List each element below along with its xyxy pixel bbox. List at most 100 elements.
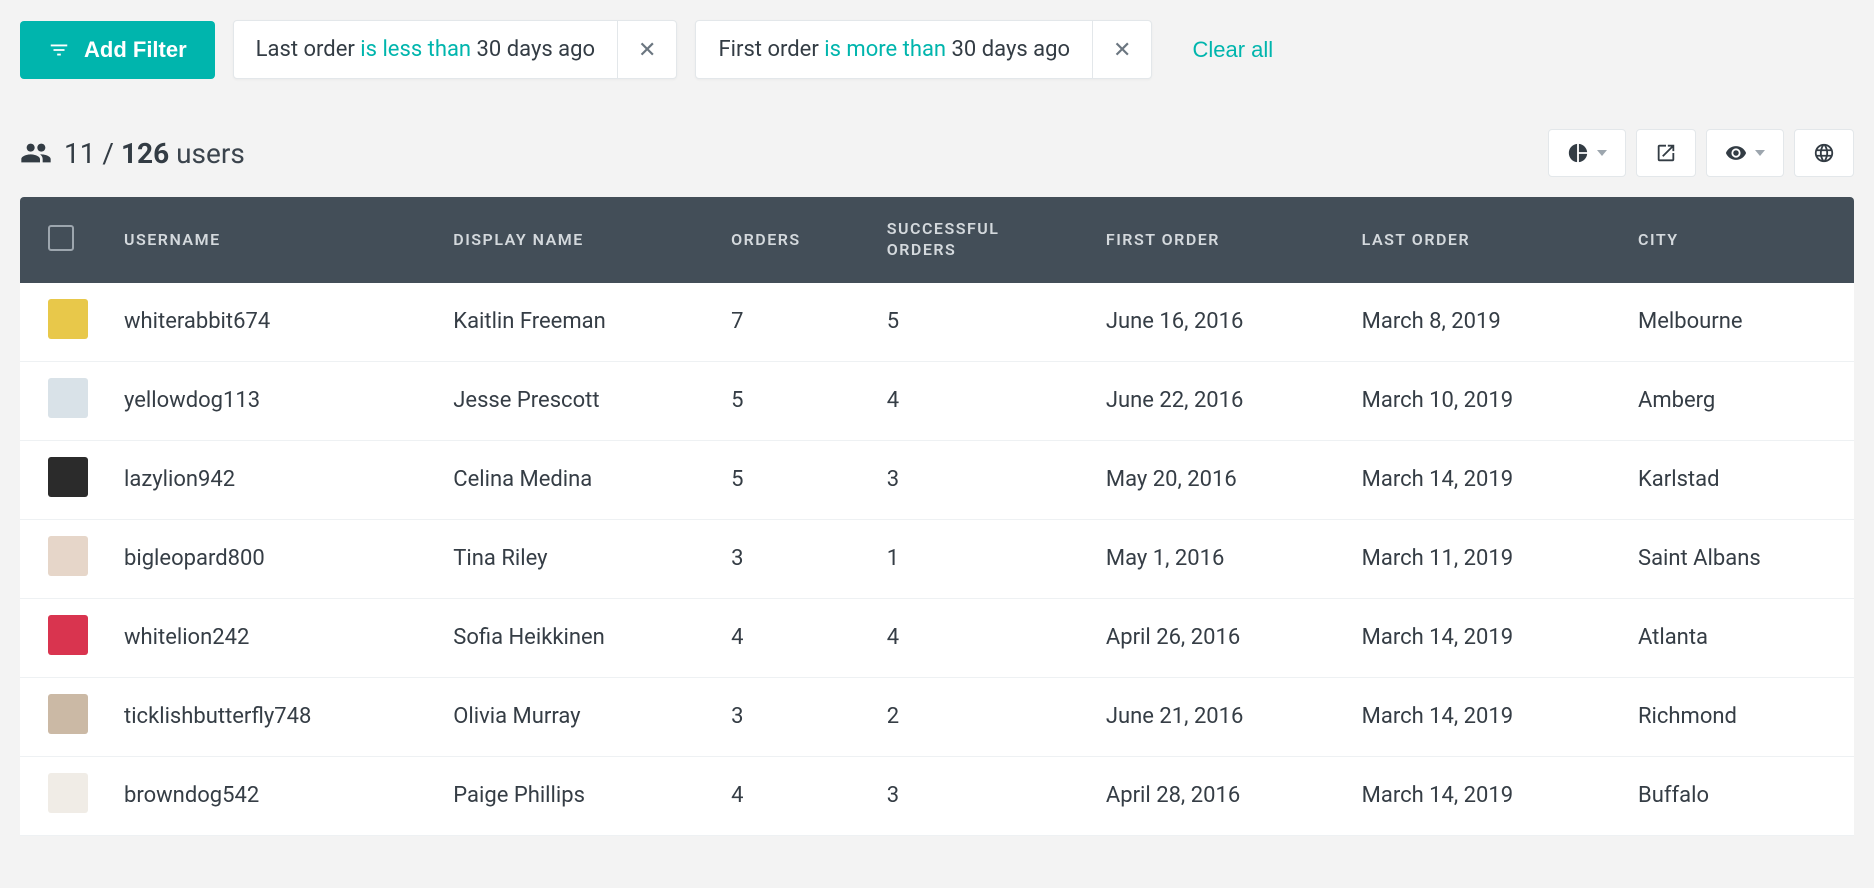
- chart-view-button[interactable]: [1548, 129, 1626, 177]
- users-total-count: 126: [121, 137, 169, 170]
- cell-city: Atlanta: [1620, 598, 1854, 677]
- cell-display-name: Jesse Prescott: [435, 361, 713, 440]
- cell-last-order: March 14, 2019: [1344, 756, 1620, 835]
- column-header-first-order[interactable]: FIRST ORDER: [1088, 197, 1344, 283]
- avatar: [48, 773, 88, 813]
- add-filter-button[interactable]: Add Filter: [20, 21, 215, 79]
- cell-first-order: June 22, 2016: [1088, 361, 1344, 440]
- filter-chip-text: Last order is less than 30 days ago: [234, 21, 618, 78]
- cell-orders: 3: [713, 677, 869, 756]
- avatar: [48, 615, 88, 655]
- user-count: 11 / 126 users: [20, 137, 245, 170]
- cell-last-order: March 14, 2019: [1344, 677, 1620, 756]
- cell-last-order: March 14, 2019: [1344, 440, 1620, 519]
- cell-successful-orders: 3: [869, 756, 1088, 835]
- cell-last-order: March 14, 2019: [1344, 598, 1620, 677]
- select-all-checkbox[interactable]: [48, 225, 74, 251]
- cell-successful-orders: 4: [869, 598, 1088, 677]
- cell-orders: 3: [713, 519, 869, 598]
- cell-city: Karlstad: [1620, 440, 1854, 519]
- cell-display-name: Celina Medina: [435, 440, 713, 519]
- avatar: [48, 536, 88, 576]
- table-row[interactable]: ticklishbutterfly748Olivia Murray32June …: [20, 677, 1854, 756]
- cell-last-order: March 11, 2019: [1344, 519, 1620, 598]
- filter-icon: [48, 39, 70, 61]
- cell-city: Melbourne: [1620, 283, 1854, 362]
- visibility-button[interactable]: [1706, 129, 1784, 177]
- add-filter-label: Add Filter: [84, 37, 187, 63]
- table-row[interactable]: whitelion242Sofia Heikkinen44April 26, 2…: [20, 598, 1854, 677]
- table-row[interactable]: whiterabbit674Kaitlin Freeman75June 16, …: [20, 283, 1854, 362]
- avatar: [48, 378, 88, 418]
- filter-chip-text: First order is more than 30 days ago: [696, 21, 1093, 78]
- cell-display-name: Olivia Murray: [435, 677, 713, 756]
- column-header-display-name[interactable]: DISPLAY NAME: [435, 197, 713, 283]
- count-row: 11 / 126 users: [20, 129, 1854, 177]
- cell-first-order: May 1, 2016: [1088, 519, 1344, 598]
- cell-username: ticklishbutterfly748: [106, 677, 435, 756]
- column-header-orders[interactable]: ORDERS: [713, 197, 869, 283]
- cell-display-name: Kaitlin Freeman: [435, 283, 713, 362]
- filter-bar: Add Filter Last order is less than 30 da…: [20, 20, 1854, 79]
- filter-chip-last-order[interactable]: Last order is less than 30 days ago ✕: [233, 20, 678, 79]
- cell-first-order: April 26, 2016: [1088, 598, 1344, 677]
- close-icon: ✕: [1113, 37, 1131, 62]
- cell-successful-orders: 1: [869, 519, 1088, 598]
- cell-last-order: March 10, 2019: [1344, 361, 1620, 440]
- users-suffix: users: [176, 137, 245, 170]
- action-buttons: [1548, 129, 1854, 177]
- users-table: USERNAME DISPLAY NAME ORDERS SUCCESSFUL …: [20, 197, 1854, 836]
- avatar: [48, 299, 88, 339]
- cell-successful-orders: 3: [869, 440, 1088, 519]
- cell-username: browndog542: [106, 756, 435, 835]
- cell-successful-orders: 5: [869, 283, 1088, 362]
- export-button[interactable]: [1636, 129, 1696, 177]
- cell-last-order: March 8, 2019: [1344, 283, 1620, 362]
- cell-username: whitelion242: [106, 598, 435, 677]
- cell-orders: 5: [713, 361, 869, 440]
- cell-username: lazylion942: [106, 440, 435, 519]
- cell-orders: 4: [713, 756, 869, 835]
- cell-display-name: Tina Riley: [435, 519, 713, 598]
- filter-chip-close-button[interactable]: ✕: [1093, 39, 1151, 61]
- cell-username: yellowdog113: [106, 361, 435, 440]
- globe-icon: [1813, 142, 1835, 164]
- table-header-row: USERNAME DISPLAY NAME ORDERS SUCCESSFUL …: [20, 197, 1854, 283]
- cell-city: Richmond: [1620, 677, 1854, 756]
- cell-city: Amberg: [1620, 361, 1854, 440]
- table-row[interactable]: yellowdog113Jesse Prescott54June 22, 201…: [20, 361, 1854, 440]
- close-icon: ✕: [638, 37, 656, 62]
- cell-first-order: May 20, 2016: [1088, 440, 1344, 519]
- avatar: [48, 694, 88, 734]
- cell-display-name: Paige Phillips: [435, 756, 713, 835]
- chevron-down-icon: [1755, 150, 1765, 156]
- chevron-down-icon: [1597, 150, 1607, 156]
- cell-city: Saint Albans: [1620, 519, 1854, 598]
- column-header-last-order[interactable]: LAST ORDER: [1344, 197, 1620, 283]
- cell-display-name: Sofia Heikkinen: [435, 598, 713, 677]
- column-header-username[interactable]: USERNAME: [106, 197, 435, 283]
- filter-chip-first-order[interactable]: First order is more than 30 days ago ✕: [695, 20, 1152, 79]
- cell-successful-orders: 4: [869, 361, 1088, 440]
- column-header-city[interactable]: CITY: [1620, 197, 1854, 283]
- cell-city: Buffalo: [1620, 756, 1854, 835]
- cell-username: whiterabbit674: [106, 283, 435, 362]
- avatar: [48, 457, 88, 497]
- users-shown-count: 11: [64, 137, 95, 170]
- column-header-successful-orders[interactable]: SUCCESSFUL ORDERS: [869, 197, 1088, 283]
- cell-orders: 7: [713, 283, 869, 362]
- cell-username: bigleopard800: [106, 519, 435, 598]
- table-row[interactable]: browndog542Paige Phillips43April 28, 201…: [20, 756, 1854, 835]
- table-row[interactable]: lazylion942Celina Medina53May 20, 2016Ma…: [20, 440, 1854, 519]
- cell-orders: 5: [713, 440, 869, 519]
- clear-all-button[interactable]: Clear all: [1186, 36, 1279, 64]
- cell-first-order: April 28, 2016: [1088, 756, 1344, 835]
- cell-successful-orders: 2: [869, 677, 1088, 756]
- filter-chip-close-button[interactable]: ✕: [618, 39, 676, 61]
- pie-chart-icon: [1567, 142, 1589, 164]
- globe-button[interactable]: [1794, 129, 1854, 177]
- table-row[interactable]: bigleopard800Tina Riley31May 1, 2016Marc…: [20, 519, 1854, 598]
- cell-first-order: June 21, 2016: [1088, 677, 1344, 756]
- cell-orders: 4: [713, 598, 869, 677]
- users-icon: [20, 137, 52, 169]
